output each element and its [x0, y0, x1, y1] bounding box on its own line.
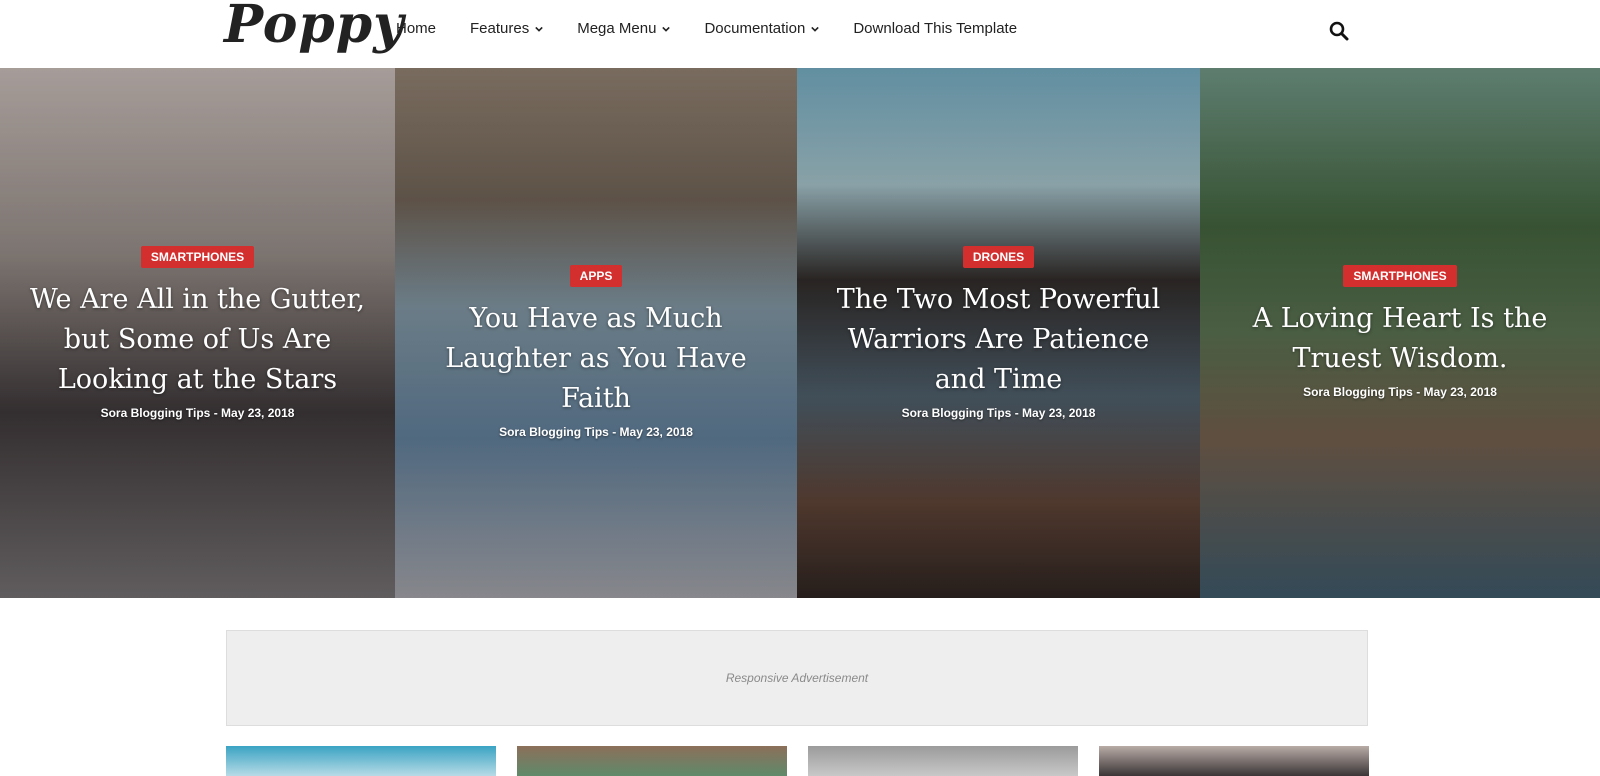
post-thumbnail[interactable] — [517, 746, 787, 776]
featured-slide[interactable]: SMARTPHONES We Are All in the Gutter, bu… — [0, 68, 395, 598]
featured-slide[interactable]: DRONES The Two Most Powerful Warriors Ar… — [797, 68, 1200, 598]
category-badge[interactable]: SMARTPHONES — [1343, 265, 1457, 287]
post-thumbnail[interactable] — [226, 746, 496, 776]
nav-download-label: Download This Template — [853, 20, 1018, 37]
nav-features[interactable]: Features — [470, 20, 543, 37]
post-thumbnail[interactable] — [1099, 746, 1369, 776]
nav-download-template[interactable]: Download This Template — [853, 20, 1017, 37]
nav-features-label: Features — [470, 20, 530, 37]
post-thumbnail[interactable] — [808, 746, 1078, 776]
advertisement-box[interactable]: Responsive Advertisement — [226, 630, 1368, 726]
chevron-down-icon — [535, 26, 543, 32]
slide-title[interactable]: You Have as Much Laughter as You Have Fa… — [419, 299, 773, 419]
category-badge[interactable]: APPS — [569, 265, 623, 287]
chevron-down-icon — [811, 26, 820, 32]
slide-title[interactable]: The Two Most Powerful Warriors Are Patie… — [821, 280, 1176, 400]
nav-documentation-label: Documentation — [704, 20, 806, 37]
site-logo[interactable]: Poppy — [224, 0, 404, 55]
slide-meta: Sora Blogging Tips - May 23, 2018 — [901, 406, 1096, 420]
nav-documentation[interactable]: Documentation — [704, 20, 820, 37]
nav-mega-menu-label: Mega Menu — [577, 20, 657, 37]
slide-meta: Sora Blogging Tips - May 23, 2018 — [1303, 385, 1497, 399]
nav-mega-menu[interactable]: Mega Menu — [577, 20, 671, 37]
chevron-down-icon — [662, 26, 671, 32]
featured-slide[interactable]: SMARTPHONES A Loving Heart Is the Truest… — [1200, 68, 1600, 598]
featured-slide[interactable]: APPS You Have as Much Laughter as You Ha… — [395, 68, 797, 598]
nav-home[interactable]: Home — [396, 20, 436, 37]
slide-title[interactable]: We Are All in the Gutter, but Some of Us… — [24, 280, 371, 400]
slide-content: SMARTPHONES We Are All in the Gutter, bu… — [0, 246, 395, 420]
site-header: Poppy Home Features Mega Menu Documentat… — [0, 0, 1600, 68]
featured-slider: SMARTPHONES We Are All in the Gutter, bu… — [0, 68, 1600, 598]
search-icon[interactable] — [1329, 21, 1349, 41]
slide-meta: Sora Blogging Tips - May 23, 2018 — [100, 406, 295, 420]
advertisement-label: Responsive Advertisement — [725, 671, 869, 685]
category-badge[interactable]: DRONES — [962, 246, 1035, 268]
nav-home-label: Home — [396, 20, 437, 37]
category-badge[interactable]: SMARTPHONES — [140, 246, 255, 268]
slide-content: APPS You Have as Much Laughter as You Ha… — [395, 265, 797, 439]
slide-title[interactable]: A Loving Heart Is the Truest Wisdom. — [1224, 299, 1576, 379]
slide-meta: Sora Blogging Tips - May 23, 2018 — [499, 425, 693, 439]
slide-content: DRONES The Two Most Powerful Warriors Ar… — [797, 246, 1200, 420]
slide-content: SMARTPHONES A Loving Heart Is the Truest… — [1200, 265, 1600, 399]
main-nav: Home Features Mega Menu Documentation Do… — [396, 20, 1051, 37]
